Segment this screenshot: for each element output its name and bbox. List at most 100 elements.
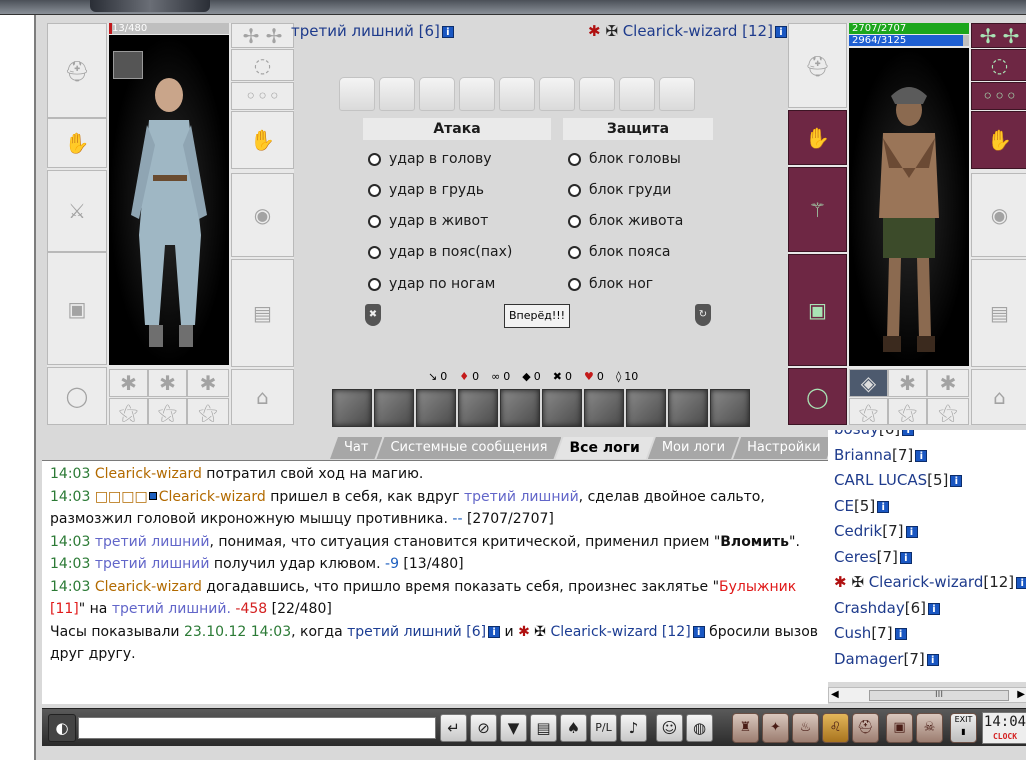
skill-slot[interactable] [584, 389, 624, 427]
scroll-slot[interactable] [619, 77, 655, 111]
clear-icon[interactable]: ⊘ [470, 714, 497, 742]
info-icon[interactable]: i [928, 602, 940, 615]
user-name[interactable]: Cush [834, 624, 871, 642]
info-icon[interactable]: i [1016, 577, 1026, 589]
legs-slot[interactable]: ▤ [231, 259, 294, 367]
log-player-name[interactable]: Clearick-wizard [12] [550, 624, 690, 640]
rune-slot-1[interactable]: ✱ [109, 369, 148, 397]
info-icon[interactable]: i [894, 628, 907, 640]
chat-input[interactable] [78, 717, 436, 739]
info-icon[interactable]: i [877, 500, 890, 513]
skull-icon[interactable]: ☠ [916, 713, 943, 743]
defense-option-belt[interactable]: блок пояса [568, 244, 670, 260]
save-icon[interactable]: ▤ [530, 714, 557, 742]
user-list-item[interactable]: CE[5] i [834, 494, 1026, 520]
mask-icon[interactable]: ◍ [686, 714, 713, 742]
bracers-slot[interactable]: ✋ [231, 111, 294, 169]
user-name[interactable]: Crashday [834, 599, 905, 617]
tab-chat[interactable]: Чат [330, 437, 382, 459]
potion-icon[interactable]: ♨ [792, 713, 819, 743]
tab-settings[interactable]: Настройки [733, 437, 834, 459]
info-icon[interactable]: i [915, 449, 928, 462]
gloves-slot[interactable]: ✋ [971, 111, 1026, 169]
skill-slot[interactable] [416, 389, 456, 427]
user-list-item[interactable]: Brianna[7] i [834, 443, 1026, 469]
info-icon[interactable]: i [902, 430, 915, 436]
skill-slot[interactable] [542, 389, 582, 427]
gloves-slot[interactable]: ✋ [47, 118, 107, 168]
log-player-name[interactable]: Clearick-wizard [95, 579, 202, 595]
user-name[interactable]: Brianna [834, 446, 892, 464]
user-name[interactable]: CARL LUCAS [834, 471, 927, 489]
scroll-slot[interactable] [419, 77, 455, 111]
weapon-slot[interactable]: ⚔ [47, 170, 107, 252]
opponent-name[interactable]: третий лишний [291, 22, 414, 40]
inventory-icon[interactable]: ▣ [886, 713, 913, 743]
rune-slot-3[interactable]: ✱ [187, 369, 229, 397]
translit-icon[interactable]: P/L [590, 714, 617, 742]
info-icon[interactable]: i [488, 625, 501, 638]
rune-slot-3[interactable]: ✱ [927, 369, 969, 397]
rings-slot[interactable]: ◦◦◦ [971, 82, 1026, 110]
radio-button[interactable] [368, 277, 381, 291]
user-name[interactable]: Cedrik [834, 522, 882, 540]
lion-icon[interactable]: ♌ [822, 713, 849, 743]
info-icon[interactable]: i [899, 551, 912, 564]
scroll-slot[interactable] [499, 77, 535, 111]
shield-slot[interactable]: ◉ [231, 173, 294, 257]
user-name[interactable]: Damager [834, 650, 903, 668]
send-icon[interactable]: ↵ [440, 714, 467, 742]
skill-slot[interactable] [374, 389, 414, 427]
user-list-item[interactable]: Damager[7] i [834, 647, 1026, 673]
filter-icon[interactable]: ▼ [500, 714, 527, 742]
user-list-item[interactable]: Ceres[7] i [834, 545, 1026, 571]
user-name[interactable]: Ceres [834, 548, 877, 566]
radio-button[interactable] [368, 214, 381, 228]
radio-button[interactable] [568, 277, 581, 291]
user-list-item[interactable]: Cush[7] i [834, 621, 1026, 647]
skill-slot[interactable] [626, 389, 666, 427]
earring-slot[interactable]: ✢ ✢ [231, 23, 294, 48]
scroll-slot[interactable] [659, 77, 695, 111]
belt-slot[interactable]: ◯ [47, 367, 107, 425]
log-player-name[interactable]: Clearick-wizard [159, 489, 266, 505]
defense-option-chest[interactable]: блок груди [568, 182, 671, 198]
scroll-slot[interactable] [459, 77, 495, 111]
scroll-slot[interactable] [379, 77, 415, 111]
radio-button[interactable] [368, 245, 381, 259]
weapon-slot[interactable]: ⚚ [788, 167, 847, 252]
defense-option-legs[interactable]: блок ног [568, 276, 653, 292]
emote-icon[interactable]: ♠ [560, 714, 587, 742]
pocket-slot-1[interactable]: ⚝ [109, 398, 148, 425]
attack-option-belly[interactable]: удар в живот [368, 213, 488, 229]
user-list-item[interactable]: Crashday[6] i [834, 596, 1026, 622]
smile-icon[interactable]: ☺ [656, 714, 683, 742]
radio-button[interactable] [368, 152, 381, 166]
boots-slot[interactable]: ⌂ [971, 369, 1026, 425]
tab-system[interactable]: Системные сообщения [376, 437, 561, 459]
radio-button[interactable] [368, 183, 381, 197]
player-name-title[interactable]: ✱ ✠ Clearick-wizard [12] i [588, 22, 787, 40]
user-list-item[interactable]: Cedrik[7] i [834, 519, 1026, 545]
user-name[interactable]: bosuy [834, 430, 879, 438]
info-icon[interactable]: i [905, 526, 918, 538]
earring-slot[interactable]: ✢ ✢ [971, 23, 1026, 48]
radio-button[interactable] [568, 245, 581, 259]
rune-slot-2[interactable]: ✱ [148, 369, 187, 397]
userlist-scrollbar[interactable]: ◀ III ▶ [828, 687, 1026, 703]
cancel-shield-icon[interactable]: ✖ [365, 304, 381, 326]
radio-button[interactable] [568, 214, 581, 228]
user-name[interactable]: Clearick-wizard [869, 573, 984, 591]
scroll-right-arrow[interactable]: ▶ [1017, 688, 1025, 702]
user-list-item[interactable]: ✱ ✠ Clearick-wizard[12] i [834, 570, 1026, 596]
attack-option-chest[interactable]: удар в грудь [368, 182, 484, 198]
opponent-name-title[interactable]: третий лишний [6] i [291, 22, 454, 40]
sound-icon[interactable]: ♪ [620, 714, 647, 742]
info-icon[interactable]: i [926, 653, 939, 666]
legs-slot[interactable]: ▤ [971, 259, 1026, 367]
pocket-slot-3[interactable]: ⚝ [927, 398, 969, 425]
rune-slot-2[interactable]: ✱ [888, 369, 927, 397]
log-opponent-name[interactable]: третий лишний [95, 556, 210, 572]
bracers-slot[interactable]: ✋ [788, 110, 847, 165]
attack-option-head[interactable]: удар в голову [368, 151, 492, 167]
